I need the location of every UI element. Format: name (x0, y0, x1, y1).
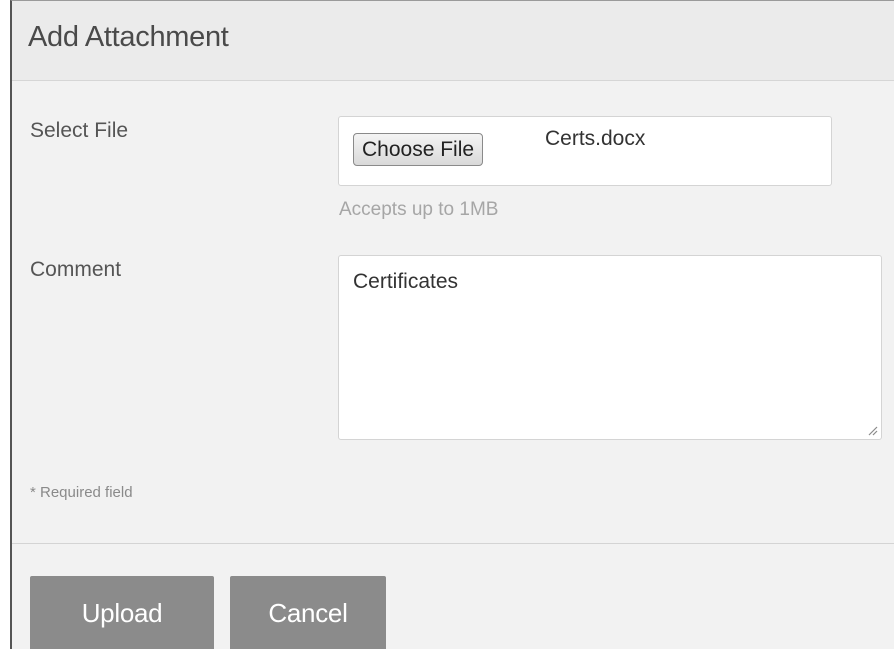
resize-grip-icon[interactable] (866, 424, 878, 436)
file-size-help: Accepts up to 1MB (339, 199, 499, 220)
comment-label: Comment (30, 258, 122, 281)
required-field-note: * Required field (30, 484, 133, 501)
dialog-title: Add Attachment (28, 21, 229, 53)
comment-text: Certificates (353, 270, 459, 293)
add-attachment-dialog: Add Attachment Select File Choose File C… (10, 0, 894, 649)
choose-file-button[interactable]: Choose File (353, 133, 484, 166)
file-input[interactable]: Choose File Certs.docx (338, 116, 832, 186)
cancel-button[interactable]: Cancel (230, 576, 386, 649)
dialog-header: Add Attachment (12, 1, 894, 81)
upload-button[interactable]: Upload (30, 576, 214, 649)
select-file-label: Select File (30, 119, 129, 142)
comment-textarea[interactable]: Certificates (338, 255, 882, 440)
selected-file-name: Certs.docx (545, 127, 646, 150)
footer-divider (12, 543, 894, 544)
